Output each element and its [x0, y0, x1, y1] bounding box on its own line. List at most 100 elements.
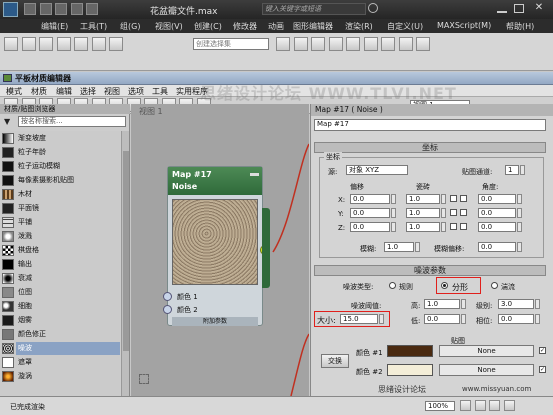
blur-spinner[interactable] [415, 242, 420, 252]
browser-item[interactable]: 遮罩 [18, 356, 130, 369]
mirror-icon[interactable] [276, 37, 290, 51]
source-dropdown[interactable]: 对象 XYZ [346, 165, 408, 175]
color1-map-checkbox[interactable]: ✓ [539, 347, 546, 354]
search-icon[interactable] [368, 3, 378, 13]
levels-spinner[interactable] [535, 299, 540, 309]
menu-item-group[interactable]: 组(G) [120, 21, 140, 32]
angle-z-field[interactable]: 0.0 [478, 222, 516, 232]
color2-map-checkbox[interactable]: ✓ [539, 366, 546, 373]
menu-item-help[interactable]: 帮助(H) [506, 21, 534, 32]
schematic-view-icon[interactable] [346, 37, 361, 51]
render-icon[interactable] [416, 37, 431, 51]
zoom-region-icon[interactable] [503, 400, 515, 411]
zoom-icon[interactable] [460, 400, 471, 411]
angle-y-field[interactable]: 0.0 [478, 208, 516, 218]
size-spinner[interactable] [379, 314, 384, 324]
zoom-extents-icon[interactable] [489, 400, 501, 411]
link-icon[interactable] [4, 37, 18, 51]
mirror-z-checkbox[interactable] [460, 223, 467, 230]
levels-field[interactable]: 3.0 [498, 299, 534, 309]
menu-item-animation[interactable]: 动画 [268, 21, 284, 32]
rendered-frame-icon[interactable] [398, 37, 413, 51]
bind-spacewarp-icon[interactable] [39, 37, 54, 51]
menu-item-tools[interactable]: 工具(T) [80, 21, 107, 32]
angle-x-field[interactable]: 0.0 [478, 194, 516, 204]
open-file-icon[interactable] [39, 3, 52, 15]
browser-item[interactable]: 衰减 [18, 272, 130, 285]
browser-item[interactable]: 平铺 [18, 216, 130, 229]
tiling-z-spinner[interactable] [441, 222, 446, 232]
browser-item[interactable]: 泼溅 [18, 230, 130, 243]
tiling-z-field[interactable]: 1.0 [406, 222, 440, 232]
browser-scrollbar[interactable] [121, 131, 129, 396]
percent-snap-icon[interactable] [91, 37, 106, 51]
offset-x-field[interactable]: 0.0 [350, 194, 390, 204]
map-name-field[interactable]: Map #17 [314, 119, 546, 131]
menu-item-customize[interactable]: 自定义(U) [387, 21, 423, 32]
angle-y-spinner[interactable] [517, 208, 522, 218]
new-file-icon[interactable] [24, 3, 36, 15]
menu-item-maxscript[interactable]: MAXScript(M) [437, 21, 491, 30]
noise-type-turbulence-radio[interactable] [491, 282, 498, 289]
render-setup-icon[interactable] [381, 37, 396, 51]
high-field[interactable]: 1.0 [424, 299, 460, 309]
offset-y-field[interactable]: 0.0 [350, 208, 390, 218]
med-menu-utilities[interactable]: 实用程序 [176, 86, 208, 97]
phase-field[interactable]: 0.0 [498, 314, 534, 324]
color1-map-button[interactable]: None [439, 345, 534, 357]
noise-params-rollout-header[interactable]: 噪波参数 [314, 265, 546, 276]
browser-item[interactable]: 输出 [18, 258, 130, 271]
zoom-field[interactable]: 100% [425, 401, 455, 411]
tile-x-checkbox[interactable] [450, 195, 457, 202]
help-search-input[interactable]: 键入关键字或短语 [262, 3, 366, 15]
noise-type-regular-radio[interactable] [389, 282, 396, 289]
browser-item-selected[interactable]: 噪波 [18, 342, 130, 355]
phase-spinner[interactable] [535, 314, 540, 324]
selection-set-dropdown[interactable]: 创建选择集 [193, 38, 269, 50]
snap-3d-icon[interactable] [56, 37, 71, 51]
spinner-snap-icon[interactable] [109, 37, 124, 51]
browser-menu-icon[interactable]: ▼ [4, 117, 13, 126]
browser-item[interactable]: 棋盘格 [18, 244, 130, 257]
browser-item[interactable]: 每像素摄影机贴图 [18, 174, 130, 187]
med-menu-select[interactable]: 选择 [80, 86, 96, 97]
menu-item-modifiers[interactable]: 修改器 [233, 21, 257, 32]
layer-manager-icon[interactable] [311, 37, 326, 51]
tiling-x-field[interactable]: 1.0 [406, 194, 440, 204]
browser-item[interactable]: 粒子运动模糊 [18, 160, 130, 173]
map-channel-spinner[interactable] [520, 165, 525, 175]
tile-y-checkbox[interactable] [450, 209, 457, 216]
browser-search-input[interactable]: 按名称搜索... [18, 116, 126, 127]
med-menu-options[interactable]: 选项 [128, 86, 144, 97]
color2-map-button[interactable]: None [439, 364, 534, 376]
tiling-y-spinner[interactable] [441, 208, 446, 218]
offset-z-spinner[interactable] [391, 222, 396, 232]
offset-z-field[interactable]: 0.0 [350, 222, 390, 232]
maximize-button[interactable] [514, 4, 524, 13]
node-view[interactable]: 视图 1 Map #17 Noise 颜色 1 颜色 2 附加参数 [131, 104, 309, 396]
low-spinner[interactable] [461, 314, 466, 324]
browser-item[interactable]: 平面镜 [18, 202, 130, 215]
browser-item[interactable]: 粒子年龄 [18, 146, 130, 159]
browser-item[interactable]: 烟雾 [18, 314, 130, 327]
med-menu-edit[interactable]: 编辑 [56, 86, 72, 97]
angle-z-spinner[interactable] [517, 222, 522, 232]
tile-z-checkbox[interactable] [450, 223, 457, 230]
color1-swatch[interactable] [387, 345, 433, 357]
material-editor-icon[interactable] [363, 37, 378, 51]
blur-field[interactable]: 1.0 [384, 242, 414, 252]
browser-item[interactable]: 位图 [18, 286, 130, 299]
med-menu-mode[interactable]: 模式 [6, 86, 22, 97]
scrollbar-thumb[interactable] [123, 151, 129, 351]
angle-snap-icon[interactable] [74, 37, 89, 51]
offset-x-spinner[interactable] [391, 194, 396, 204]
map-channel-field[interactable]: 1 [505, 165, 519, 175]
browser-item[interactable]: 木材 [18, 188, 130, 201]
angle-x-spinner[interactable] [517, 194, 522, 204]
mirror-y-checkbox[interactable] [460, 209, 467, 216]
mirror-x-checkbox[interactable] [460, 195, 467, 202]
low-field[interactable]: 0.0 [424, 314, 460, 324]
noise-type-fractal-radio[interactable] [441, 282, 448, 289]
menu-item-views[interactable]: 视图(V) [155, 21, 183, 32]
minimize-button[interactable] [497, 11, 507, 13]
